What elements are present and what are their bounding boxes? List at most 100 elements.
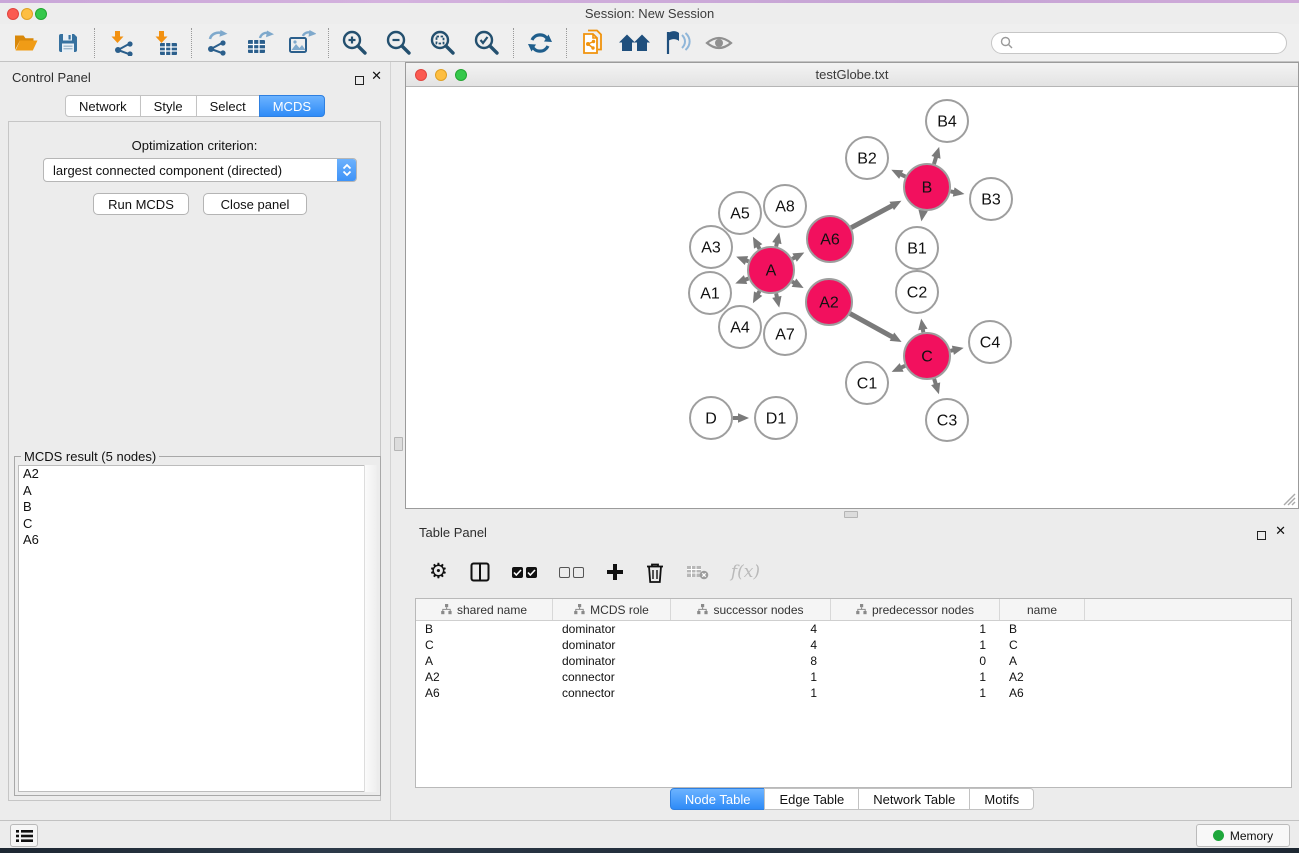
- select-all-button[interactable]: [512, 567, 537, 578]
- horizontal-splitter-handle[interactable]: [844, 511, 858, 518]
- column-header-successor-nodes[interactable]: successor nodes: [671, 599, 831, 620]
- delete-table-button[interactable]: [686, 564, 709, 580]
- tab-edge-table[interactable]: Edge Table: [764, 788, 859, 810]
- graph-node-C4[interactable]: C4: [969, 321, 1011, 363]
- tab-style[interactable]: Style: [140, 95, 197, 117]
- deselect-all-button[interactable]: [559, 567, 584, 578]
- resize-grip-icon[interactable]: [1283, 493, 1296, 506]
- open-file-button[interactable]: [8, 26, 44, 60]
- graph-node-A6[interactable]: A6: [807, 216, 853, 262]
- save-session-button[interactable]: [50, 26, 86, 60]
- export-table-button[interactable]: [242, 26, 278, 60]
- table-row[interactable]: A6connector11A6: [416, 685, 1291, 701]
- graph-node-B4[interactable]: B4: [926, 100, 968, 142]
- hide-graphics-details-button[interactable]: [659, 26, 695, 60]
- graph-node-C2[interactable]: C2: [896, 271, 938, 313]
- graph-node-A4[interactable]: A4: [719, 306, 761, 348]
- column-layout-button[interactable]: [470, 562, 490, 582]
- table-row[interactable]: Bdominator41B: [416, 621, 1291, 637]
- export-image-button[interactable]: [284, 26, 320, 60]
- graph-node-A8[interactable]: A8: [764, 185, 806, 227]
- network-canvas[interactable]: B4 B2 B B3 A5A8A6 A3 A B1 A1 C2 A2 A4 A7 C C4 C1 C3 D D1: [406, 87, 1298, 508]
- zoom-fit-button[interactable]: [425, 26, 461, 60]
- criterion-dropdown[interactable]: largest connected component (directed): [43, 158, 357, 182]
- graph-node-B1[interactable]: B1: [896, 227, 938, 269]
- zoom-out-button[interactable]: [381, 26, 417, 60]
- tab-node-table[interactable]: Node Table: [670, 788, 766, 810]
- tab-select[interactable]: Select: [196, 95, 260, 117]
- column-header-mcds-role[interactable]: MCDS role: [553, 599, 671, 620]
- graph-edge-arrowhead: [931, 147, 940, 159]
- graph-node-B3[interactable]: B3: [970, 178, 1012, 220]
- table-settings-button[interactable]: ⚙: [429, 562, 448, 582]
- mcds-result-item[interactable]: B: [19, 499, 376, 516]
- tab-network-table[interactable]: Network Table: [858, 788, 970, 810]
- main-titlebar: Session: New Session: [0, 3, 1299, 24]
- run-mcds-button[interactable]: Run MCDS: [93, 193, 189, 215]
- column-header-name[interactable]: name: [1000, 599, 1085, 620]
- float-table-panel-icon[interactable]: [1257, 527, 1266, 545]
- refresh-layout-button[interactable]: [522, 26, 558, 60]
- scrollbar-track[interactable]: [364, 465, 377, 792]
- graph-node-D[interactable]: D: [690, 397, 732, 439]
- float-panel-icon[interactable]: [355, 72, 364, 90]
- graph-node-A[interactable]: A: [748, 247, 794, 293]
- svg-text:A7: A7: [775, 327, 795, 344]
- close-table-panel-icon[interactable]: ✕: [1275, 526, 1286, 536]
- table-row[interactable]: Cdominator41C: [416, 637, 1291, 653]
- export-network-button[interactable]: [200, 26, 236, 60]
- graph-node-D1[interactable]: D1: [755, 397, 797, 439]
- graph-edge-A2-C[interactable]: [850, 314, 894, 338]
- network-overview-button[interactable]: [617, 26, 653, 60]
- function-builder-button[interactable]: f(x): [731, 562, 760, 582]
- table-row[interactable]: Adominator80A: [416, 653, 1291, 669]
- column-header-shared-name[interactable]: shared name: [416, 599, 553, 620]
- new-network-from-selection-button[interactable]: [575, 26, 611, 60]
- graph-node-C1[interactable]: C1: [846, 362, 888, 404]
- tab-motifs[interactable]: Motifs: [969, 788, 1034, 810]
- svg-text:A4: A4: [730, 320, 750, 337]
- graph-node-A5[interactable]: A5: [719, 192, 761, 234]
- zoom-selected-button[interactable]: [469, 26, 505, 60]
- close-panel-button[interactable]: Close panel: [203, 193, 307, 215]
- graph-node-C3[interactable]: C3: [926, 399, 968, 441]
- add-column-button[interactable]: [606, 563, 624, 581]
- graph-edge-arrowhead: [735, 275, 747, 284]
- graph-node-B[interactable]: B: [904, 164, 950, 210]
- mcds-result-group: MCDS result (5 nodes) A2ABCA6: [14, 456, 381, 796]
- import-network-button[interactable]: [103, 26, 139, 60]
- zoom-in-button[interactable]: [337, 26, 373, 60]
- graph-node-A7[interactable]: A7: [764, 313, 806, 355]
- column-header-predecessor-nodes[interactable]: predecessor nodes: [831, 599, 1000, 620]
- mcds-result-item[interactable]: C: [19, 516, 376, 533]
- mcds-result-item[interactable]: A2: [19, 466, 376, 483]
- export-table-icon: [246, 30, 274, 56]
- tab-mcds[interactable]: MCDS: [259, 95, 325, 117]
- task-history-button[interactable]: [10, 824, 38, 847]
- close-panel-icon[interactable]: ✕: [371, 71, 382, 81]
- mcds-result-list[interactable]: A2ABCA6: [18, 465, 377, 792]
- delete-column-button[interactable]: [646, 562, 664, 583]
- mcds-result-item[interactable]: A: [19, 483, 376, 500]
- dropdown-stepper-icon: [337, 159, 356, 181]
- network-window-titlebar[interactable]: testGlobe.txt: [406, 63, 1298, 87]
- graph-node-C[interactable]: C: [904, 333, 950, 379]
- graph-node-A1[interactable]: A1: [689, 272, 731, 314]
- table-row[interactable]: A2connector11A2: [416, 669, 1291, 685]
- toggle-eye-button[interactable]: [701, 26, 737, 60]
- search-input[interactable]: [1018, 36, 1278, 50]
- graph-node-A3[interactable]: A3: [690, 226, 732, 268]
- search-field[interactable]: [991, 32, 1287, 54]
- import-table-button[interactable]: [147, 26, 183, 60]
- column-header-label: name: [1027, 603, 1057, 617]
- mcds-result-item[interactable]: A6: [19, 532, 376, 549]
- graph-edge-A6-B[interactable]: [851, 205, 893, 228]
- vertical-splitter-handle[interactable]: [394, 437, 403, 451]
- graph-node-A2[interactable]: A2: [806, 279, 852, 325]
- tab-network[interactable]: Network: [65, 95, 141, 117]
- table-cell: dominator: [553, 637, 671, 653]
- attribute-type-icon: [697, 604, 708, 615]
- graph-node-B2[interactable]: B2: [846, 137, 888, 179]
- memory-button[interactable]: Memory: [1196, 824, 1290, 847]
- table-cell: 4: [671, 621, 831, 637]
